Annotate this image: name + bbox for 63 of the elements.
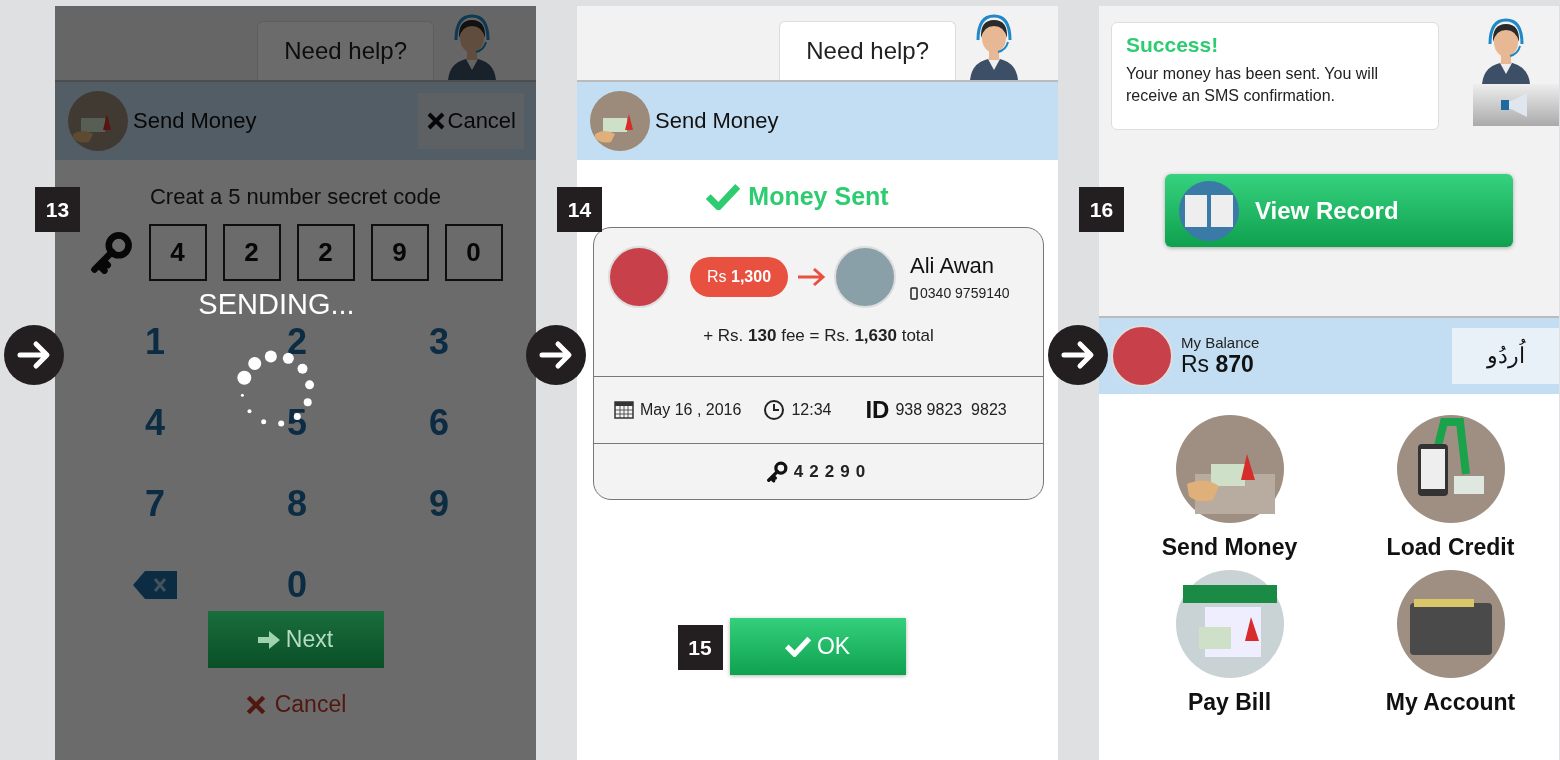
arrow-right-icon (796, 267, 827, 287)
calendar-icon (614, 401, 634, 419)
cancel-button[interactable]: Cancel (417, 93, 524, 149)
cash-handover-icon (589, 90, 651, 152)
keypad-key[interactable]: 7 (115, 482, 195, 525)
keypad-key[interactable]: 8 (257, 482, 337, 525)
check-icon (784, 636, 811, 657)
transfer-date: May 16 , 2016 (640, 401, 742, 419)
transaction-id: 938 9823 9823 (895, 401, 1007, 419)
status-message: Money Sent (706, 182, 889, 211)
step-number: 16 (1079, 187, 1124, 232)
recipient-name: Ali Awan (910, 253, 996, 279)
help-bubble[interactable]: Need help? (779, 21, 956, 80)
secret-code: 42290 (793, 461, 872, 482)
balance-amount: Rs 870 (1181, 351, 1255, 378)
step-number: 14 (557, 187, 602, 232)
next-button[interactable]: Next (207, 611, 384, 668)
keypad-key[interactable]: 6 (399, 401, 479, 444)
success-message: Your money has been sent. You will receive an SMS confirmation. (1126, 64, 1380, 107)
backspace-icon (133, 570, 177, 599)
keypad-key[interactable]: 3 (399, 320, 479, 363)
keypad-key[interactable]: 2 (257, 320, 337, 363)
success-title: Success! (1126, 33, 1220, 57)
fee-summary: + Rs. 130 fee = Rs. 1,630 total (702, 326, 935, 346)
menu-tile[interactable]: My Account (1340, 569, 1560, 716)
step-number: 15 (677, 625, 723, 670)
keypad-key[interactable]: 5 (257, 401, 337, 444)
clock-icon (763, 399, 786, 421)
menu-tile[interactable]: Load Credit (1340, 414, 1560, 561)
check-icon (706, 182, 741, 211)
amount-pill: Rs 1,300 (690, 257, 789, 297)
announcement-button[interactable] (1473, 84, 1559, 126)
view-record-button[interactable]: View Record (1165, 174, 1513, 247)
cancel-link[interactable]: Cancel (238, 690, 353, 719)
language-button[interactable]: اُردُو (1452, 328, 1559, 384)
balance-label: My Balance (1181, 334, 1261, 351)
step-number: 13 (35, 187, 80, 232)
id-label: ID (865, 396, 890, 424)
code-digit: 0 (444, 224, 503, 281)
key-icon (88, 230, 133, 275)
phone-icon (910, 286, 919, 300)
code-digit: 2 (222, 224, 281, 281)
code-digit: 2 (296, 224, 355, 281)
keypad-key[interactable]: 0 (257, 563, 337, 606)
cash-handover-icon (67, 90, 129, 152)
keypad-key[interactable]: 4 (115, 401, 195, 444)
close-icon (244, 693, 267, 716)
close-icon (425, 111, 446, 131)
menu-tile[interactable]: Send Money (1119, 414, 1340, 561)
key-icon (765, 460, 788, 483)
sending-label: SENDING... (198, 290, 355, 319)
book-icon (1179, 180, 1239, 241)
keypad-key[interactable]: 1 (115, 320, 195, 363)
header-title: Send Money (655, 108, 780, 134)
transfer-time: 12:34 (791, 401, 832, 419)
keypad-key[interactable]: 9 (399, 482, 479, 525)
code-digit: 4 (148, 224, 207, 281)
menu-tile[interactable]: Pay Bill (1119, 569, 1340, 716)
code-digit: 9 (370, 224, 429, 281)
help-bubble[interactable]: Need help? (257, 21, 434, 80)
arrow-right-icon (257, 630, 280, 649)
phone-number: 0340 9759140 (920, 285, 1010, 301)
header-title: Send Money (133, 108, 258, 134)
